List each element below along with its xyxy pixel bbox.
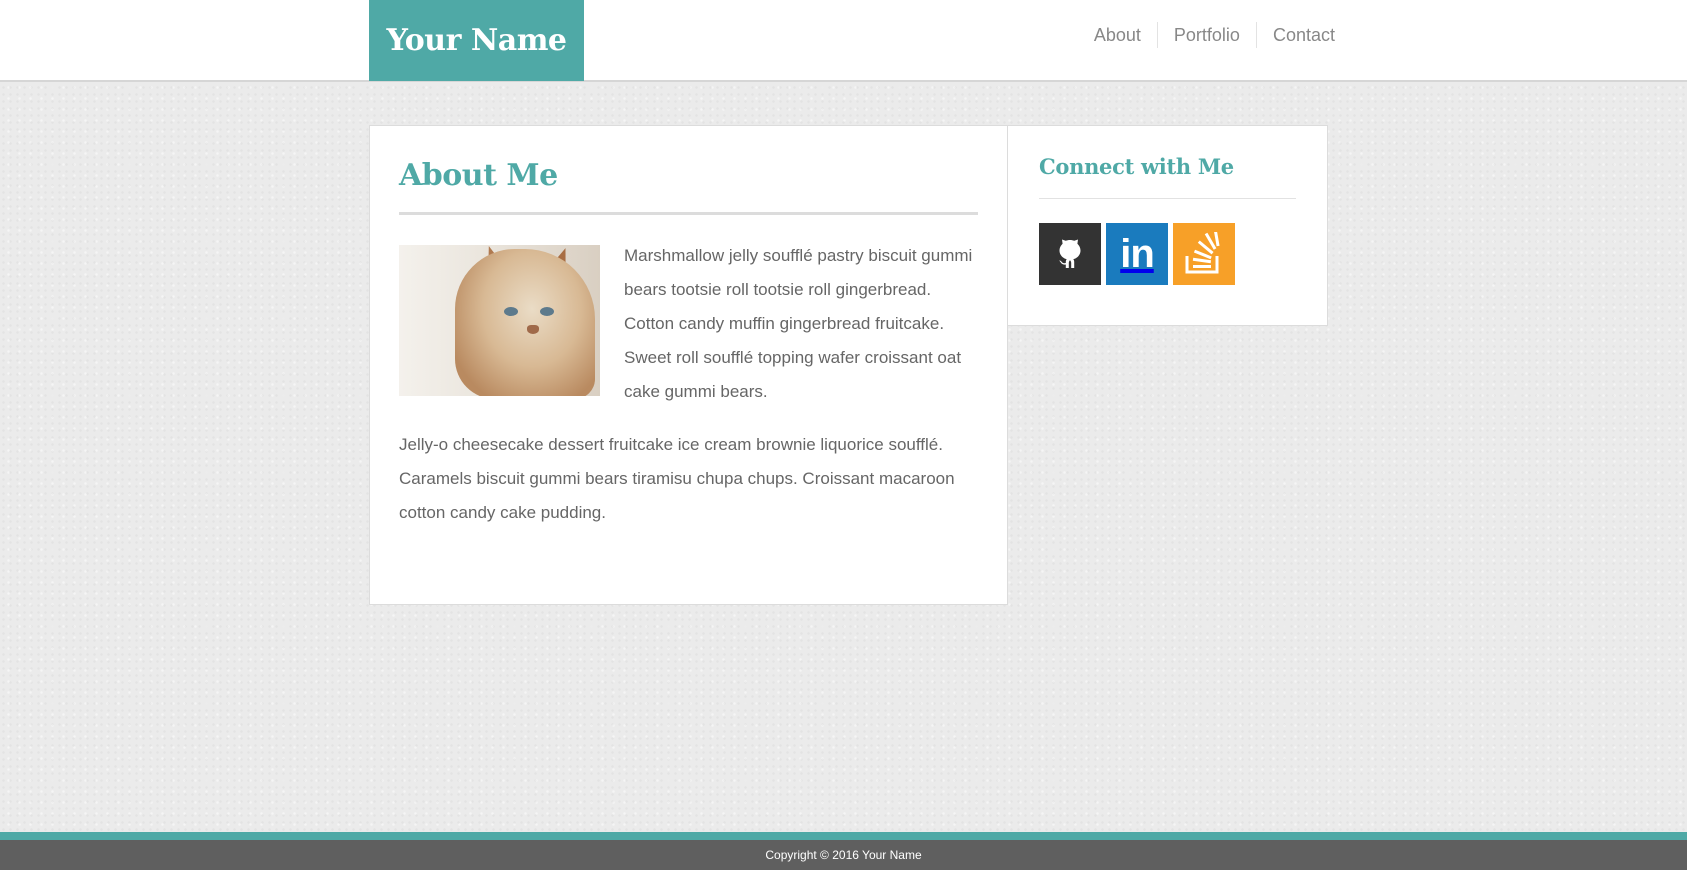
cat-body — [455, 249, 595, 396]
sidebar-divider — [1039, 198, 1296, 199]
title-divider — [399, 212, 978, 215]
stackoverflow-link[interactable] — [1173, 223, 1235, 285]
page-title: About Me — [399, 158, 558, 193]
about-section: About Me Marshmallow jelly soufflé pastr… — [369, 125, 1008, 605]
logo-text: Your Name — [386, 23, 567, 58]
github-link[interactable] — [1039, 223, 1101, 285]
footer-accent-bar — [0, 832, 1687, 840]
nav-portfolio-link[interactable]: Portfolio — [1156, 22, 1256, 48]
cat-eye-left — [504, 307, 518, 316]
stackoverflow-icon — [1185, 232, 1220, 274]
linkedin-icon: in — [1120, 232, 1155, 276]
site-header: Your Name About Portfolio Contact — [0, 0, 1687, 82]
nav-contact-link[interactable]: Contact — [1255, 22, 1335, 48]
cat-nose — [527, 325, 539, 334]
main-nav: About Portfolio Contact — [1078, 22, 1335, 48]
site-footer: Copyright © 2016 Your Name — [0, 840, 1687, 870]
about-paragraph-2: Jelly-o cheesecake dessert fruitcake ice… — [399, 435, 955, 522]
social-links: in — [1039, 223, 1296, 285]
cat-photo — [399, 245, 600, 396]
site-logo[interactable]: Your Name — [369, 0, 584, 81]
cat-eye-right — [540, 307, 554, 316]
copyright-text: Copyright © 2016 Your Name — [765, 848, 922, 862]
nav-about-link[interactable]: About — [1078, 22, 1157, 48]
linkedin-link[interactable]: in — [1106, 223, 1168, 285]
github-icon — [1059, 239, 1081, 268]
connect-sidebar: Connect with Me in — [1008, 125, 1328, 326]
sidebar-title: Connect with Me — [1039, 154, 1234, 179]
